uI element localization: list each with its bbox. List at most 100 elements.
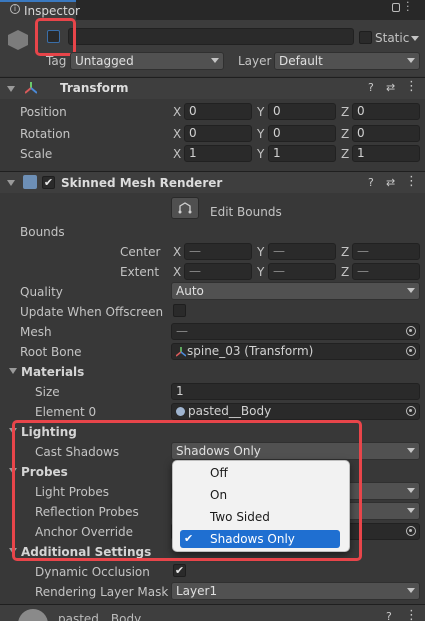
bounds-icon xyxy=(178,202,192,214)
mesh-renderer-icon xyxy=(23,175,37,189)
rotation-z-field[interactable]: 0 xyxy=(352,125,420,142)
transform-header[interactable]: Transform ? ⇄ ⋮ xyxy=(0,77,425,99)
axis-z: Z xyxy=(341,105,350,119)
tag-label: Tag xyxy=(46,54,67,68)
scale-z-field[interactable]: 1 xyxy=(352,145,420,162)
mesh-value: — xyxy=(176,324,188,338)
object-picker-icon[interactable] xyxy=(406,526,416,536)
axis-x: X xyxy=(173,105,182,119)
extent-x-field[interactable]: — xyxy=(184,263,252,280)
extent-label: Extent xyxy=(120,265,160,279)
size-label: Size xyxy=(35,385,60,399)
dynamic-occlusion-label: Dynamic Occlusion xyxy=(35,565,150,579)
mesh-field[interactable]: — xyxy=(171,323,420,340)
transform-icon xyxy=(175,346,187,357)
axis-x: X xyxy=(173,127,182,141)
chevron-down-icon xyxy=(211,58,219,63)
check-icon: ✔ xyxy=(43,176,54,189)
layer-label: Layer xyxy=(238,54,272,68)
axis-y: Y xyxy=(257,245,265,259)
axis-z: Z xyxy=(341,147,350,161)
mesh-label: Mesh xyxy=(20,325,52,339)
footer-material-name: pasted__Body xyxy=(58,612,142,621)
more-menu-icon[interactable]: ⋮ xyxy=(405,79,418,94)
element0-label: Element 0 xyxy=(35,405,97,419)
element0-value: pasted__Body xyxy=(188,404,272,418)
static-label[interactable]: Static xyxy=(375,31,409,45)
update-offscreen-checkbox[interactable] xyxy=(173,304,186,317)
chevron-down-icon xyxy=(407,508,415,513)
info-icon: i xyxy=(10,4,20,14)
tag-value: Untagged xyxy=(75,54,134,68)
edit-bounds-button[interactable] xyxy=(171,197,199,219)
axis-y: Y xyxy=(257,147,265,161)
center-label: Center xyxy=(120,245,161,259)
quality-dropdown[interactable]: Auto xyxy=(171,282,420,300)
extent-z-field[interactable]: — xyxy=(352,263,420,280)
layer-value: Default xyxy=(279,54,323,68)
object-picker-icon[interactable] xyxy=(406,326,416,336)
quality-label: Quality xyxy=(20,285,63,299)
position-x-field[interactable]: 0 xyxy=(184,103,252,120)
help-icon[interactable]: ? xyxy=(368,176,374,189)
preset-icon[interactable]: ⇄ xyxy=(386,81,395,94)
root-bone-label: Root Bone xyxy=(20,345,82,359)
foldout-arrow-icon xyxy=(7,86,15,92)
help-icon[interactable]: ? xyxy=(386,610,392,621)
smr-enabled-checkbox[interactable]: ✔ xyxy=(42,176,55,189)
rendering-layer-label: Rendering Layer Mask xyxy=(35,585,169,599)
rendering-layer-value: Layer1 xyxy=(176,584,218,598)
rendering-layer-dropdown[interactable]: Layer1 xyxy=(171,582,420,600)
tab-inspector[interactable]: i Inspector xyxy=(0,0,80,20)
lighting-section-highlight xyxy=(12,420,362,561)
transform-icon xyxy=(24,82,38,94)
scale-label: Scale xyxy=(20,147,53,161)
materials-size-field[interactable]: 1 xyxy=(171,383,420,400)
help-icon[interactable]: ? xyxy=(368,81,374,94)
material-sphere-icon xyxy=(176,407,185,416)
materials-label[interactable]: Materials xyxy=(21,365,84,379)
rotation-x-field[interactable]: 0 xyxy=(184,125,252,142)
more-menu-icon[interactable]: ⋮ xyxy=(405,174,418,189)
center-y-field[interactable]: — xyxy=(268,243,336,260)
object-picker-icon[interactable] xyxy=(406,406,416,416)
extent-y-field[interactable]: — xyxy=(268,263,336,280)
position-y-field[interactable]: 0 xyxy=(268,103,336,120)
chevron-down-icon xyxy=(407,58,415,63)
rotation-label: Rotation xyxy=(20,127,71,141)
active-checkbox-highlight xyxy=(35,18,76,56)
position-label: Position xyxy=(20,105,67,119)
smr-header[interactable]: ✔ Skinned Mesh Renderer ? ⇄ ⋮ xyxy=(0,171,425,193)
scale-x-field[interactable]: 1 xyxy=(184,145,252,162)
axis-z: Z xyxy=(341,127,350,141)
object-name-field[interactable] xyxy=(68,28,354,45)
axis-y: Y xyxy=(257,265,265,279)
tag-dropdown[interactable]: Untagged xyxy=(70,52,224,70)
static-dropdown-arrow[interactable] xyxy=(411,36,419,41)
scale-y-field[interactable]: 1 xyxy=(268,145,336,162)
preset-icon[interactable]: ⇄ xyxy=(386,176,395,189)
quality-value: Auto xyxy=(176,284,204,298)
materials-fold-icon[interactable] xyxy=(9,368,17,374)
lock-icon[interactable] xyxy=(392,3,400,12)
position-z-field[interactable]: 0 xyxy=(352,103,420,120)
element0-field[interactable]: pasted__Body xyxy=(171,403,420,420)
chevron-down-icon xyxy=(407,448,415,453)
axis-y: Y xyxy=(257,105,265,119)
transform-title: Transform xyxy=(60,81,129,95)
object-picker-icon[interactable] xyxy=(406,346,416,356)
center-x-field[interactable]: — xyxy=(184,243,252,260)
more-menu-icon[interactable]: ⋮ xyxy=(405,608,418,621)
more-menu-icon[interactable]: · · · xyxy=(406,0,410,16)
center-z-field[interactable]: — xyxy=(352,243,420,260)
static-checkbox[interactable] xyxy=(359,31,372,44)
axis-x: X xyxy=(173,147,182,161)
rotation-y-field[interactable]: 0 xyxy=(268,125,336,142)
dynamic-occlusion-checkbox[interactable]: ✔ xyxy=(173,564,186,577)
axis-x: X xyxy=(173,245,182,259)
edit-bounds-label: Edit Bounds xyxy=(210,205,282,219)
layer-dropdown[interactable]: Default xyxy=(274,52,420,70)
check-icon: ✔ xyxy=(174,564,185,577)
chevron-down-icon xyxy=(407,288,415,293)
root-bone-field[interactable]: spine_03 (Transform) xyxy=(171,343,420,360)
